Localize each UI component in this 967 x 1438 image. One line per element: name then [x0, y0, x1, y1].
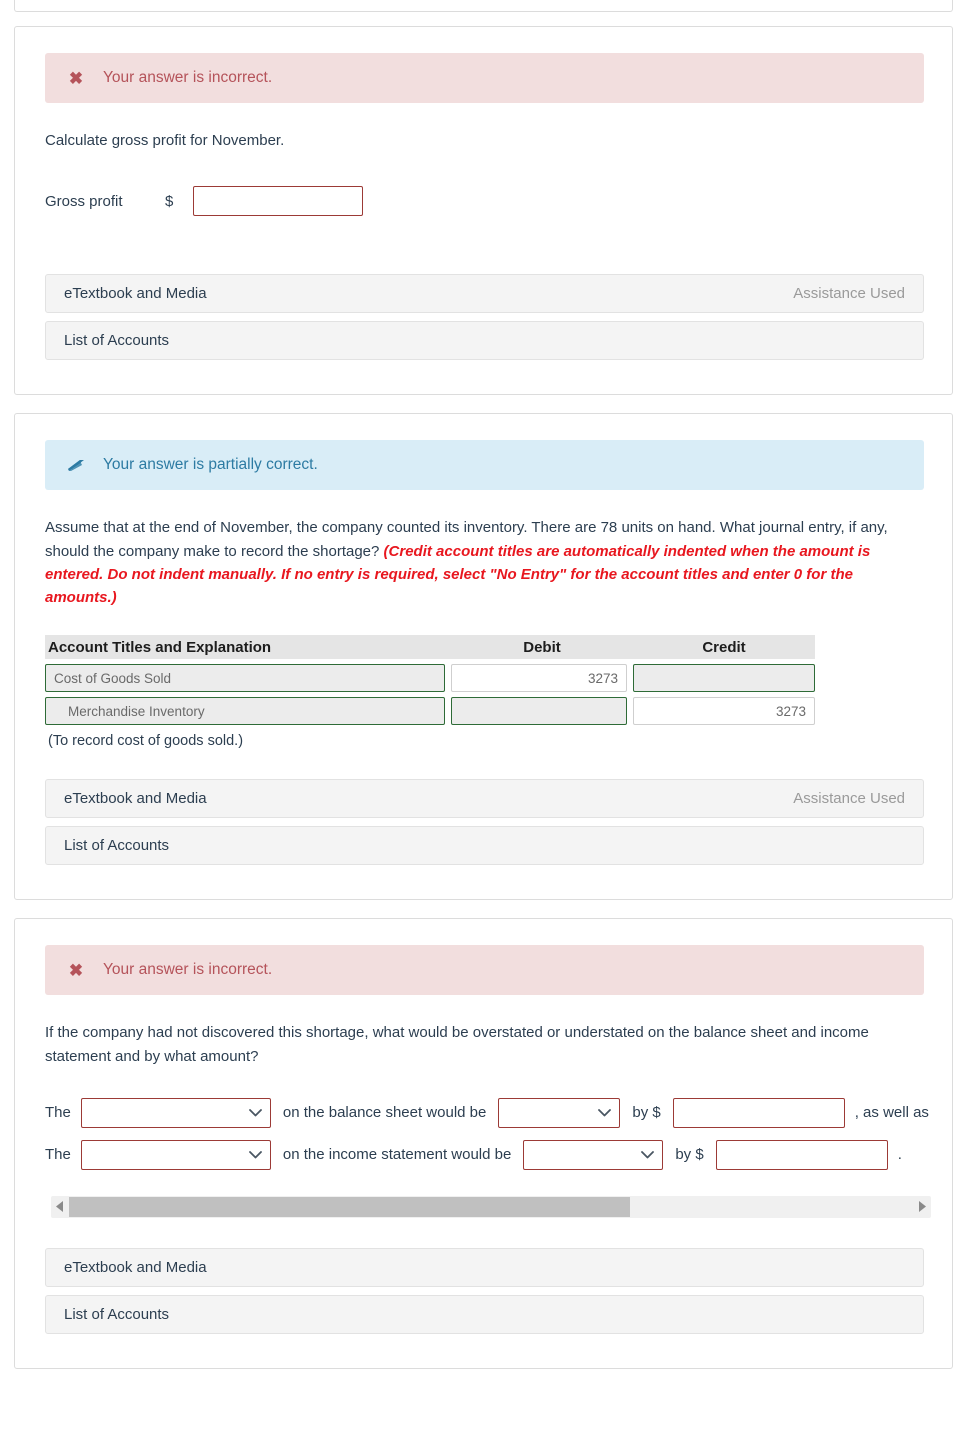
journal-entry-table: Account Titles and Explanation Debit Cre…	[45, 635, 815, 726]
etextbook-and-media-label: eTextbook and Media	[64, 285, 207, 303]
balance-sheet-amount-input[interactable]	[672, 1097, 845, 1128]
question-prompt: If the company had not discovered this s…	[45, 1024, 869, 1065]
previous-card-bottom-edge	[14, 0, 953, 12]
debit-amount-input[interactable]	[451, 664, 627, 693]
scroll-right-arrow-icon[interactable]	[913, 1196, 931, 1218]
gross-profit-label: Gross profit	[45, 192, 123, 210]
statement-mid-text: on the balance sheet would be	[282, 1104, 487, 1122]
table-row	[45, 697, 815, 726]
income-statement-account-select[interactable]	[80, 1139, 271, 1170]
status-banner-incorrect: ✖ Your answer is incorrect.	[45, 53, 924, 103]
balance-sheet-account-select[interactable]	[80, 1097, 271, 1128]
statement-tail-text: .	[897, 1146, 902, 1164]
journal-entry-note: (To record cost of goods sold.)	[48, 733, 244, 750]
question-card-journal-entry: Your answer is partially correct. Assume…	[14, 413, 953, 901]
statement-lead-text: The	[45, 1146, 71, 1164]
by-dollar-label: by $	[632, 1104, 661, 1122]
etextbook-and-media-row[interactable]: eTextbook and Media	[45, 1247, 924, 1287]
list-of-accounts-label: List of Accounts	[64, 332, 170, 350]
gross-profit-input[interactable]	[193, 186, 363, 217]
scroll-left-arrow-icon[interactable]	[51, 1196, 69, 1218]
list-of-accounts-row[interactable]: List of Accounts	[45, 321, 924, 361]
assignment-page: ✖ Your answer is incorrect. Calculate gr…	[0, 0, 967, 1438]
status-banner-incorrect: ✖ Your answer is incorrect.	[45, 945, 924, 996]
credit-amount-input[interactable]	[633, 664, 815, 693]
question-card-gross-profit: ✖ Your answer is incorrect. Calculate gr…	[14, 26, 953, 396]
statement-row-income-statement: The on the income statement would be by …	[45, 1139, 924, 1170]
question-prompt: Assume that at the end of November, the …	[45, 516, 924, 609]
table-row	[45, 664, 815, 693]
column-header-credit: Credit	[702, 638, 746, 656]
currency-symbol: $	[165, 192, 174, 210]
etextbook-and-media-row[interactable]: eTextbook and Media Assistance Used	[45, 274, 924, 314]
table-header-row: Account Titles and Explanation Debit Cre…	[45, 635, 815, 660]
list-of-accounts-row[interactable]: List of Accounts	[45, 1294, 924, 1334]
income-statement-direction-select[interactable]	[523, 1139, 664, 1170]
assistance-used-label: Assistance Used	[793, 285, 905, 303]
eraser-icon	[67, 456, 85, 474]
debit-amount-input[interactable]	[451, 697, 627, 726]
x-mark-icon: ✖	[68, 68, 84, 88]
assistance-used-label: Assistance Used	[793, 790, 905, 808]
statement-lead-text: The	[45, 1104, 71, 1122]
horizontal-scrollbar[interactable]	[51, 1195, 931, 1218]
statement-mid-text: on the income statement would be	[282, 1146, 512, 1164]
etextbook-and-media-label: eTextbook and Media	[64, 790, 207, 808]
statement-row-balance-sheet: The on the balance sheet would be by $ ,…	[45, 1097, 929, 1128]
scrollbar-thumb[interactable]	[69, 1196, 631, 1217]
balance-sheet-direction-select[interactable]	[498, 1097, 621, 1128]
status-banner-text: Your answer is partially correct.	[103, 456, 318, 474]
list-of-accounts-row[interactable]: List of Accounts	[45, 826, 924, 866]
question-card-overstated-understated: ✖ Your answer is incorrect. If the compa…	[14, 918, 953, 1369]
account-title-input[interactable]	[45, 697, 445, 726]
column-header-debit: Debit	[523, 638, 561, 656]
status-banner-text: Your answer is incorrect.	[103, 69, 273, 86]
status-banner-text: Your answer is incorrect.	[103, 961, 273, 979]
etextbook-and-media-row[interactable]: eTextbook and Media Assistance Used	[45, 779, 924, 819]
by-dollar-label: by $	[675, 1146, 704, 1164]
statement-tail-text: , as well as	[854, 1104, 929, 1122]
x-mark-icon: ✖	[68, 960, 84, 980]
column-header-account-titles: Account Titles and Explanation	[48, 638, 272, 656]
status-banner-partial: Your answer is partially correct.	[45, 440, 924, 491]
scrollbar-track[interactable]	[69, 1195, 913, 1218]
list-of-accounts-label: List of Accounts	[64, 1305, 170, 1323]
credit-amount-input[interactable]	[633, 697, 815, 726]
question-prompt: Calculate gross profit for November.	[45, 132, 285, 149]
list-of-accounts-label: List of Accounts	[64, 837, 170, 855]
etextbook-and-media-label: eTextbook and Media	[64, 1258, 207, 1276]
account-title-input[interactable]	[45, 664, 445, 693]
statement-rows: The on the balance sheet would be by $ ,…	[45, 1097, 929, 1170]
income-statement-amount-input[interactable]	[715, 1139, 888, 1170]
gross-profit-row: Gross profit $	[45, 186, 924, 217]
